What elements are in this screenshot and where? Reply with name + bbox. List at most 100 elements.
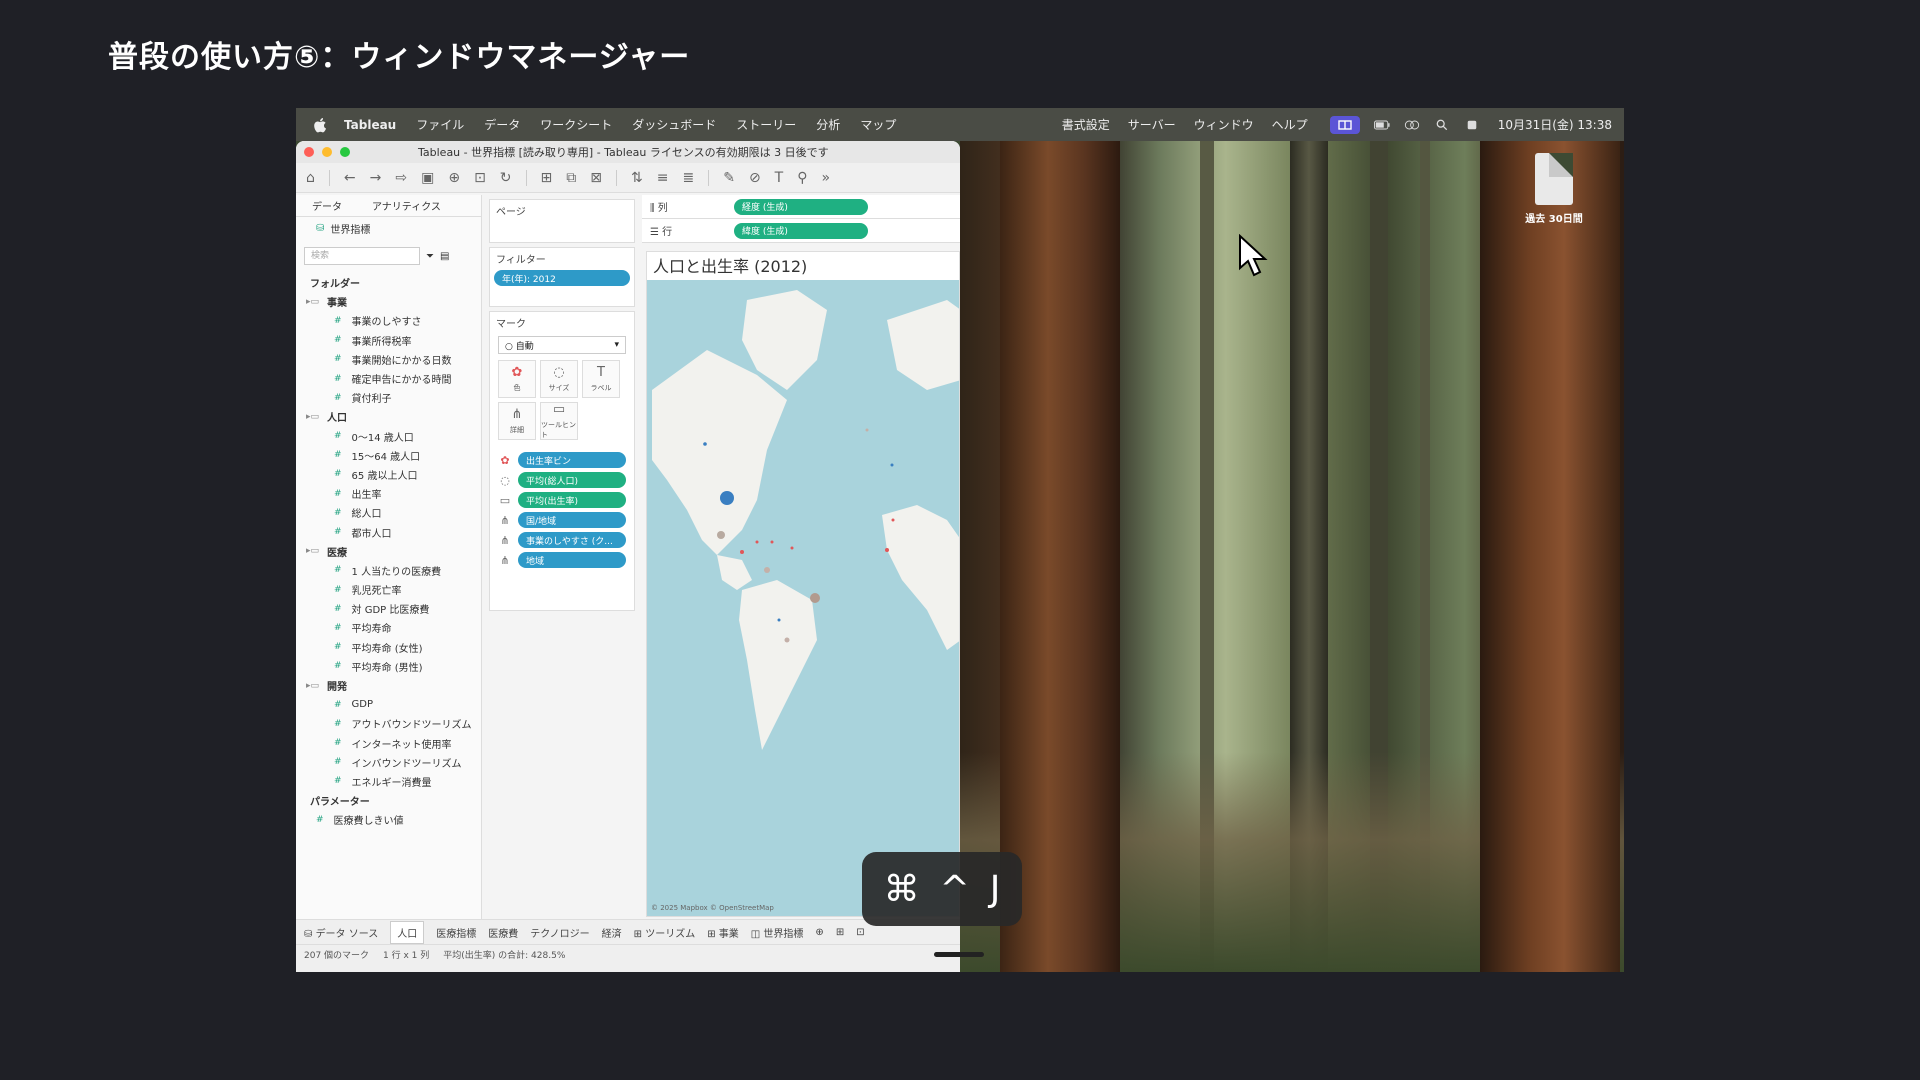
menu-window[interactable]: ウィンドウ (1194, 116, 1254, 133)
field-item[interactable]: # 対 GDP 比医療費 (306, 599, 481, 618)
field-item[interactable]: # 都市人口 (306, 522, 481, 541)
datasource-tab[interactable]: ⛁ データ ソース (304, 925, 378, 940)
folder-business[interactable]: ▸▭ 事業 (306, 292, 481, 311)
save-icon[interactable]: ▣ (421, 170, 434, 186)
minimize-window-button[interactable] (322, 147, 332, 157)
field-item[interactable]: #65 歳以上人口 (306, 465, 481, 484)
window-titlebar[interactable]: Tableau - 世界指標 [読み取り専用] - Tableau ライセンスの… (296, 141, 960, 163)
window-manager-icon[interactable] (1329, 115, 1360, 134)
field-item[interactable]: # エネルギー消費量 (306, 772, 481, 791)
new-worksheet-icon[interactable]: ⊞ (541, 170, 553, 186)
folder-population[interactable]: ▸▭ 人口 (306, 407, 481, 426)
map-point[interactable] (891, 518, 895, 522)
menu-map[interactable]: マップ (860, 116, 896, 133)
datasource-item[interactable]: ⛁ 世界指標 (296, 217, 481, 239)
mark-size-button[interactable]: ◌ サイズ (540, 360, 578, 398)
field-item[interactable]: # 事業所得税率 (306, 331, 481, 350)
mark-pill[interactable]: 国/地域 (518, 512, 626, 528)
desktop-file[interactable]: 過去 30日間 (1524, 153, 1584, 225)
pin-icon[interactable]: ⚲ (797, 170, 807, 186)
undo-icon[interactable]: ← (344, 170, 356, 186)
zoom-window-button[interactable] (340, 147, 350, 157)
map-point[interactable] (890, 463, 894, 467)
sheet-tab[interactable]: 医療指標 (436, 925, 476, 940)
new-story-icon[interactable]: ⊡ (856, 927, 864, 938)
parameter-item[interactable]: # 医療費しきい値 (306, 810, 481, 829)
mark-pill[interactable]: 地域 (518, 552, 626, 568)
folder-development[interactable]: ▸▭ 開発 (306, 676, 481, 695)
field-item[interactable]: # 乳児死亡率 (306, 580, 481, 599)
mark-pill[interactable]: 平均(総人口) (518, 472, 626, 488)
map-point[interactable] (770, 540, 774, 544)
sheet-tab[interactable]: 経済 (602, 925, 622, 940)
redo-icon[interactable]: → (370, 170, 382, 186)
map-point[interactable] (755, 540, 759, 544)
more-icon[interactable]: » (822, 170, 831, 186)
field-item[interactable]: #1 人当たりの医療費 (306, 561, 481, 580)
pages-shelf[interactable]: ページ (489, 199, 635, 243)
menu-file[interactable]: ファイル (416, 116, 464, 133)
field-item[interactable]: # 平均寿命 (306, 618, 481, 637)
map-point[interactable] (810, 593, 820, 603)
filter-pill-year[interactable]: 年(年): 2012 (494, 270, 630, 286)
field-item[interactable]: # GDP (306, 695, 481, 714)
mark-pill[interactable]: 事業のしやすさ (ク... (518, 532, 626, 548)
menu-data[interactable]: データ (484, 116, 520, 133)
highlight-icon[interactable]: ✎ (723, 170, 735, 186)
field-item[interactable]: # 貸付利子 (306, 388, 481, 407)
mark-type-select[interactable]: ○ 自動 ▾ (498, 336, 626, 354)
sheet-tab-population[interactable]: 人口 (390, 920, 425, 944)
control-center-icon[interactable] (1404, 119, 1420, 131)
map-point[interactable] (720, 491, 734, 505)
filters-shelf[interactable]: フィルター 年(年): 2012 (489, 247, 635, 307)
menu-worksheet[interactable]: ワークシート (540, 116, 612, 133)
field-item[interactable]: # 平均寿命 (女性) (306, 638, 481, 657)
worksheet-view[interactable]: 人口と出生率 (2012) © 2025 Mapbox © OpenStreet… (646, 251, 960, 917)
refresh-icon[interactable]: ↻ (500, 170, 512, 186)
columns-shelf[interactable]: ⫼ 列 経度 (生成) (642, 195, 960, 219)
new-dashboard-icon[interactable]: ⊞ (836, 927, 844, 938)
map-point[interactable] (717, 531, 725, 539)
menu-app-tableau[interactable]: Tableau (344, 118, 396, 132)
rows-pill[interactable]: 緯度 (生成) (734, 222, 868, 239)
menu-server[interactable]: サーバー (1128, 116, 1176, 133)
field-item[interactable]: # 事業のしやすさ (306, 311, 481, 330)
sort-asc-icon[interactable]: ≡ (657, 170, 669, 186)
mark-label-button[interactable]: T ラベル (582, 360, 620, 398)
map-point[interactable] (790, 546, 794, 550)
field-item[interactable]: # インバウンドツーリズム (306, 753, 481, 772)
pause-update-icon[interactable]: ⊡ (474, 170, 486, 186)
field-item[interactable]: # 出生率 (306, 484, 481, 503)
map-view[interactable]: © 2025 Mapbox © OpenStreetMap (647, 280, 959, 916)
field-item[interactable]: # 平均寿命 (男性) (306, 657, 481, 676)
close-window-button[interactable] (304, 147, 314, 157)
clear-sheet-icon[interactable]: ⊠ (590, 170, 602, 186)
map-point[interactable] (885, 548, 889, 552)
mark-detail-button[interactable]: ⋔ 詳細 (498, 402, 536, 440)
tab-data[interactable]: データ (312, 198, 342, 213)
duplicate-sheet-icon[interactable]: ⧉ (566, 170, 576, 186)
tab-analytics[interactable]: アナリティクス (372, 198, 441, 213)
mark-pill[interactable]: 平均(出生率) (518, 492, 626, 508)
user-switch-icon[interactable] (1464, 119, 1480, 131)
sheet-tab[interactable]: ◫ 世界指標 (751, 925, 804, 940)
map-point[interactable] (740, 550, 744, 554)
apple-icon[interactable] (314, 117, 328, 133)
new-datasource-icon[interactable]: ⊕ (448, 170, 460, 186)
sheet-tab[interactable]: ⊞ 事業 (707, 925, 739, 940)
sheet-tab[interactable]: ⊞ ツーリズム (634, 925, 696, 940)
rows-shelf[interactable]: ☰ 行 緯度 (生成) (642, 219, 960, 243)
group-icon[interactable]: ⊘ (749, 170, 761, 186)
menu-story[interactable]: ストーリー (736, 116, 796, 133)
field-search-input[interactable]: 検索 (304, 247, 420, 265)
new-sheet-icon[interactable]: ⊕ (815, 927, 823, 938)
replay-icon[interactable]: ⇨ (395, 170, 407, 186)
menu-help[interactable]: ヘルプ (1272, 116, 1308, 133)
map-point[interactable] (865, 428, 869, 432)
columns-pill[interactable]: 経度 (生成) (734, 198, 868, 215)
menu-analysis[interactable]: 分析 (816, 116, 840, 133)
label-icon[interactable]: T (775, 170, 784, 186)
mark-tooltip-button[interactable]: ▭ ツールヒント (540, 402, 578, 440)
sort-desc-icon[interactable]: ≣ (682, 170, 694, 186)
menu-format[interactable]: 書式設定 (1062, 116, 1110, 133)
